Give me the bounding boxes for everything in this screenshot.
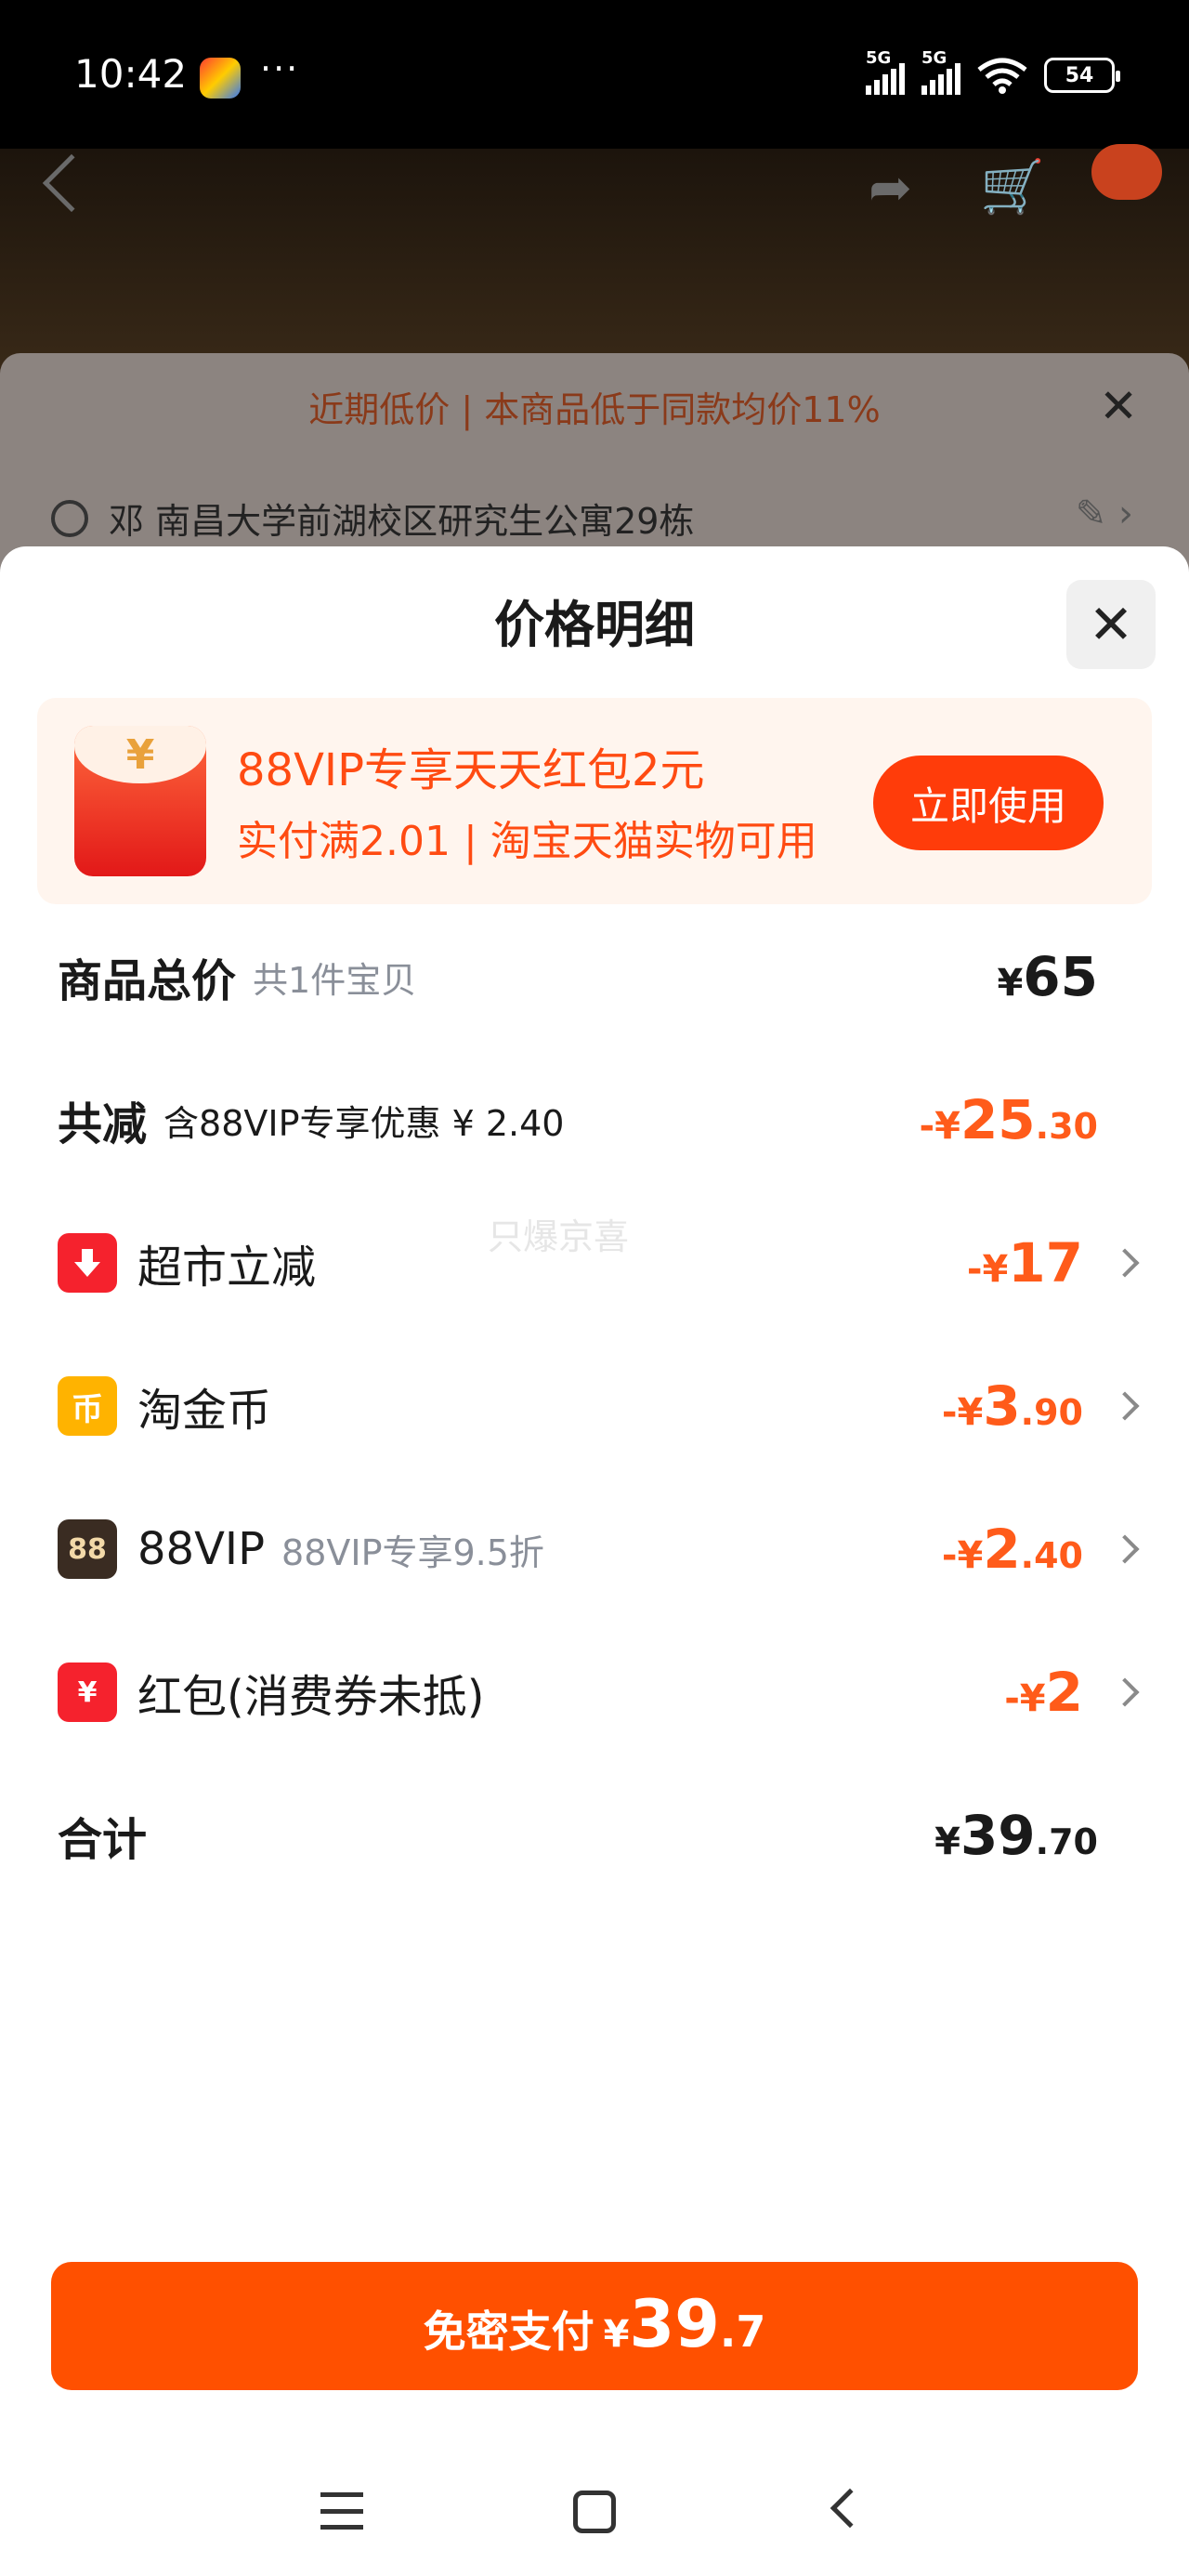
row-label: 红包(消费券未抵) [137, 1671, 485, 1723]
back-arrow-icon[interactable] [42, 153, 101, 213]
share-icon[interactable]: ➦ [869, 158, 912, 218]
row-label: 淘金币 [137, 1385, 272, 1437]
product-nav-bar: ➦ 🛒 [0, 130, 1189, 242]
close-icon[interactable]: ✕ [1066, 580, 1156, 669]
promo-title: 88VIP专享天天红包2元 [237, 744, 705, 796]
sheet-title: 价格明细 [494, 596, 695, 654]
row-sub: 共1件宝贝 [253, 959, 417, 1001]
chevron-right-icon [1110, 1391, 1140, 1421]
vip-88-icon: 88 [58, 1519, 117, 1579]
location-pin-icon [51, 499, 88, 537]
row-sub: 含88VIP专享优惠 ¥ 2.40 [163, 1102, 565, 1144]
red-packet-row[interactable]: ¥ 红包(消费券未抵) -¥ 2 [58, 1650, 1140, 1734]
home-icon[interactable] [573, 2491, 616, 2533]
row-amount: -¥ 3.90 [941, 1374, 1083, 1438]
system-nav-bar [0, 2455, 1189, 2576]
promo-subtitle: 实付满2.01 | 淘宝天猫实物可用 [237, 818, 817, 865]
status-time: 10:42 [74, 51, 188, 97]
row-label: 商品总价 [58, 955, 237, 1007]
low-price-text: 近期低价 | 本商品低于同款均价11% [308, 389, 881, 430]
more-notifications-icon: ··· [260, 48, 300, 89]
row-label: 88VIP [137, 1523, 266, 1575]
row-amount: -¥ 2 [1004, 1661, 1083, 1724]
message-icon[interactable] [1091, 144, 1162, 200]
row-amount: -¥ 2.40 [941, 1518, 1083, 1581]
price-detail-sheet: 价格明细 ✕ ¥ 88VIP专享天天红包2元 实付满2.01 | 淘宝天猫实物可… [0, 546, 1189, 2576]
row-label: 合计 [58, 1814, 148, 1866]
coin-discount-row[interactable]: 币 淘金币 -¥ 3.90 [58, 1364, 1140, 1448]
app-notification-icon [200, 58, 241, 99]
banner-close-icon[interactable]: ✕ [1099, 379, 1138, 433]
row-label: 共减 [58, 1098, 148, 1150]
red-packet-icon: ¥ [74, 726, 206, 876]
red-packet-icon: ¥ [58, 1663, 117, 1722]
password-free-pay-button[interactable]: 免密支付 ¥ 39 .7 [51, 2262, 1138, 2390]
row-amount: -¥ 17 [966, 1231, 1083, 1295]
back-icon[interactable] [830, 2488, 870, 2529]
grand-total-row: 合计 ¥39.70 [58, 1794, 1135, 1877]
row-amount: ¥65 [997, 945, 1098, 1008]
vip-red-packet-promo: ¥ 88VIP专享天天红包2元 实付满2.01 | 淘宝天猫实物可用 立即使用 [37, 698, 1152, 904]
down-arrow-icon [58, 1233, 117, 1293]
menu-icon[interactable] [320, 2492, 363, 2530]
row-amount: -¥ 25.30 [919, 1088, 1098, 1151]
chevron-right-icon [1110, 1248, 1140, 1278]
vip-discount-row[interactable]: 88 88VIP 88VIP专享9.5折 -¥ 2.40 [58, 1507, 1140, 1591]
chevron-right-icon [1110, 1534, 1140, 1564]
status-bar: 10:42 ··· 5G 5G 54 [0, 0, 1189, 149]
signal-icon: 5G [866, 48, 905, 95]
use-now-button[interactable]: 立即使用 [873, 756, 1104, 850]
signal-icon-2: 5G [921, 48, 960, 95]
low-price-banner: 近期低价 | 本商品低于同款均价11% ✕ [0, 353, 1189, 460]
watermark-text: 只爆京喜 [488, 1216, 630, 1257]
row-amount: ¥39.70 [934, 1804, 1098, 1867]
row-label: 超市立减 [137, 1242, 317, 1294]
wifi-icon [977, 58, 1027, 94]
coin-icon: 币 [58, 1376, 117, 1436]
edit-address-icon[interactable]: ✎ › [1076, 493, 1133, 535]
battery-icon: 54 [1044, 58, 1120, 93]
goods-total-row: 商品总价 共1件宝贝 ¥65 [58, 935, 1135, 1019]
address-row[interactable]: 邓 南昌大学前湖校区研究生公寓29栋 [51, 493, 694, 544]
address-text: 邓 南昌大学前湖校区研究生公寓29栋 [109, 501, 695, 542]
row-sub: 88VIP专享9.5折 [281, 1531, 544, 1573]
cart-icon[interactable]: 🛒 [980, 156, 1045, 217]
total-discount-row: 共减 含88VIP专享优惠 ¥ 2.40 -¥ 25.30 [58, 1078, 1135, 1162]
chevron-right-icon [1110, 1677, 1140, 1707]
